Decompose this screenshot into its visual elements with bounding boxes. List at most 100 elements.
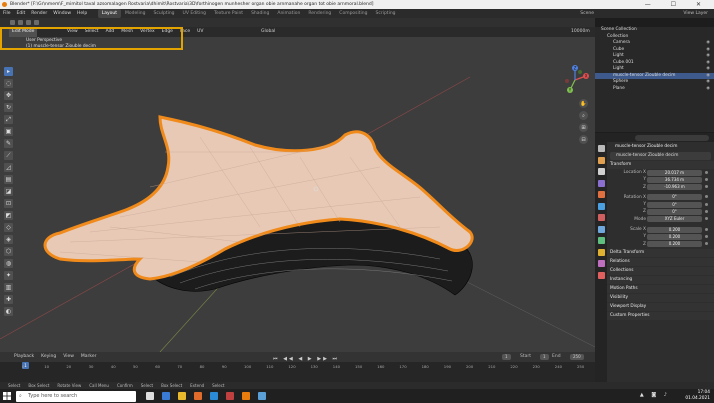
menu-help[interactable]: Help <box>74 9 90 18</box>
edge-select-icon[interactable] <box>26 20 31 25</box>
location-z-value[interactable]: -10.963 m <box>647 184 702 191</box>
current-frame-field[interactable]: 1 <box>502 354 511 360</box>
tool-16-icon[interactable]: ◍ <box>4 259 13 268</box>
taskbar-app-7-icon[interactable] <box>258 392 266 400</box>
taskbar-app-4-icon[interactable] <box>210 392 218 400</box>
outliner-item-plane[interactable]: Plane ◉ <box>595 86 714 93</box>
properties-tab-1-icon[interactable] <box>597 156 605 164</box>
scale-x-keyframe-icon[interactable] <box>705 227 708 231</box>
window-controls[interactable]: — ☐ ✕ <box>645 0 710 9</box>
viewport-menu-add[interactable]: Add <box>106 29 115 34</box>
location-y-value[interactable]: 36.734 m <box>647 176 702 183</box>
nav-button-3-icon[interactable]: ⊟ <box>579 135 588 144</box>
taskbar-app-2-icon[interactable] <box>178 392 186 400</box>
select-mode-icon[interactable] <box>10 20 15 25</box>
tool-5-icon[interactable]: ▣ <box>4 127 13 136</box>
start-frame-field[interactable]: 1 <box>540 354 549 360</box>
vertex-select-icon[interactable] <box>18 20 23 25</box>
timeline-menu-keying[interactable]: Keying <box>41 354 56 359</box>
mode-selector[interactable]: Edit Mode <box>9 27 38 37</box>
transform-orientation[interactable]: Global <box>261 27 275 37</box>
panel-instancing[interactable]: Instancing <box>607 275 714 284</box>
viewport-menu-select[interactable]: Select <box>85 29 99 34</box>
properties-tab-11-icon[interactable] <box>597 271 605 279</box>
workspace-tab-texture-paint[interactable]: Texture Paint <box>210 9 247 18</box>
rotation-x-value[interactable]: 0° <box>647 194 702 201</box>
rotation-z-value[interactable]: 0° <box>647 208 702 215</box>
viewport-menu-view[interactable]: View <box>67 29 78 34</box>
scale-z-value[interactable]: 0.200 <box>647 241 702 248</box>
tool-1-icon[interactable]: ◌ <box>4 79 13 88</box>
clock[interactable]: 17:04 01.04.2021 <box>685 389 710 403</box>
taskbar-app-6-icon[interactable] <box>242 392 250 400</box>
panel-visibility[interactable]: Visibility <box>607 293 714 302</box>
viewport-menu-mesh[interactable]: Mesh <box>121 29 133 34</box>
workspace-tab-scripting[interactable]: Scripting <box>372 9 400 18</box>
panel-collections[interactable]: Collections <box>607 266 714 275</box>
workspace-tab-rendering[interactable]: Rendering <box>304 9 335 18</box>
face-select-icon[interactable] <box>34 20 39 25</box>
tool-14-icon[interactable]: ◈ <box>4 235 13 244</box>
menu-window[interactable]: Window <box>50 9 74 18</box>
nav-button-2-icon[interactable]: ⊞ <box>579 123 588 132</box>
timeline-menu-view[interactable]: View <box>63 354 74 359</box>
tool-7-icon[interactable]: ⟋ <box>4 151 13 160</box>
view-layer-selector[interactable]: View Layer <box>683 9 708 18</box>
properties-tab-3-icon[interactable] <box>597 179 605 187</box>
panel-relations[interactable]: Relations <box>607 257 714 266</box>
workspace-tab-compositing[interactable]: Compositing <box>335 9 371 18</box>
tool-19-icon[interactable]: ✚ <box>4 295 13 304</box>
scale-z-keyframe-icon[interactable] <box>705 242 708 246</box>
properties-tab-9-icon[interactable] <box>597 248 605 256</box>
rotation-y-keyframe-icon[interactable] <box>705 202 708 206</box>
workspace-tab-modeling[interactable]: Modeling <box>121 9 149 18</box>
viewport-menu-vertex[interactable]: Vertex <box>140 29 154 34</box>
taskbar-app-1-icon[interactable] <box>162 392 170 400</box>
menu-file[interactable]: File <box>0 9 14 18</box>
tool-6-icon[interactable]: ✎ <box>4 139 13 148</box>
menu-edit[interactable]: Edit <box>14 9 29 18</box>
properties-tab-8-icon[interactable] <box>597 237 605 244</box>
tool-10-icon[interactable]: ◪ <box>4 187 13 196</box>
location-x-value[interactable]: 20.017 m <box>647 169 702 176</box>
tool-12-icon[interactable]: ◩ <box>4 211 13 220</box>
object-name-field[interactable]: muscle-tensor Ziouble decim <box>610 152 711 160</box>
taskbar-app-5-icon[interactable] <box>226 392 234 400</box>
tool-20-icon[interactable]: ◐ <box>4 307 13 316</box>
taskbar-search-input[interactable]: ⌕ Type here to search <box>16 390 136 402</box>
transform-panel-header[interactable]: Transform <box>607 161 714 169</box>
tool-15-icon[interactable]: ⬡ <box>4 247 13 256</box>
scene-selector[interactable]: Scene <box>580 9 594 18</box>
windows-start-icon[interactable] <box>3 392 11 400</box>
system-tray-icons[interactable]: ▲ ◙ ♪ <box>640 392 670 398</box>
tool-0-icon[interactable]: ▸ <box>4 67 13 76</box>
properties-tab-2-icon[interactable] <box>597 168 605 175</box>
tool-4-icon[interactable]: ⤢ <box>4 115 13 124</box>
tool-3-icon[interactable]: ↻ <box>4 103 13 112</box>
tool-13-icon[interactable]: ◇ <box>4 223 13 232</box>
panel-viewport-display[interactable]: Viewport Display <box>607 302 714 311</box>
viewport-menu-face[interactable]: Face <box>180 29 190 34</box>
scale-y-keyframe-icon[interactable] <box>705 234 708 238</box>
properties-tab-7-icon[interactable] <box>597 225 605 233</box>
timeline-ruler[interactable]: 1 0 10 20 30 40 50 60 70 80 90 100 110 120 130 140 150 1… <box>0 362 595 382</box>
taskbar-app-3-icon[interactable] <box>194 392 202 400</box>
panel-delta-transform[interactable]: Delta Transform <box>607 248 714 257</box>
viewport-menu-edge[interactable]: Edge <box>162 29 173 34</box>
location-z-keyframe-icon[interactable] <box>705 185 708 189</box>
nav-button-0-icon[interactable]: ✋ <box>579 99 588 108</box>
properties-tab-5-icon[interactable] <box>597 202 605 210</box>
properties-tab-6-icon[interactable] <box>597 214 605 221</box>
menu-render[interactable]: Render <box>28 9 50 18</box>
timeline-menu-marker[interactable]: Marker <box>81 354 97 359</box>
rotation-z-keyframe-icon[interactable] <box>705 209 708 213</box>
properties-tab-0-icon[interactable] <box>597 145 605 152</box>
visibility-eye-icon[interactable]: ◉ <box>706 86 710 93</box>
rotation-x-keyframe-icon[interactable] <box>705 195 708 199</box>
scale-y-value[interactable]: 0.200 <box>647 233 702 240</box>
taskbar-app-0-icon[interactable] <box>146 392 154 400</box>
rotation-y-value[interactable]: 0° <box>647 201 702 208</box>
tool-2-icon[interactable]: ✥ <box>4 91 13 100</box>
viewport-menu-uv[interactable]: UV <box>197 29 203 34</box>
nav-button-1-icon[interactable]: ⌕ <box>579 111 588 120</box>
